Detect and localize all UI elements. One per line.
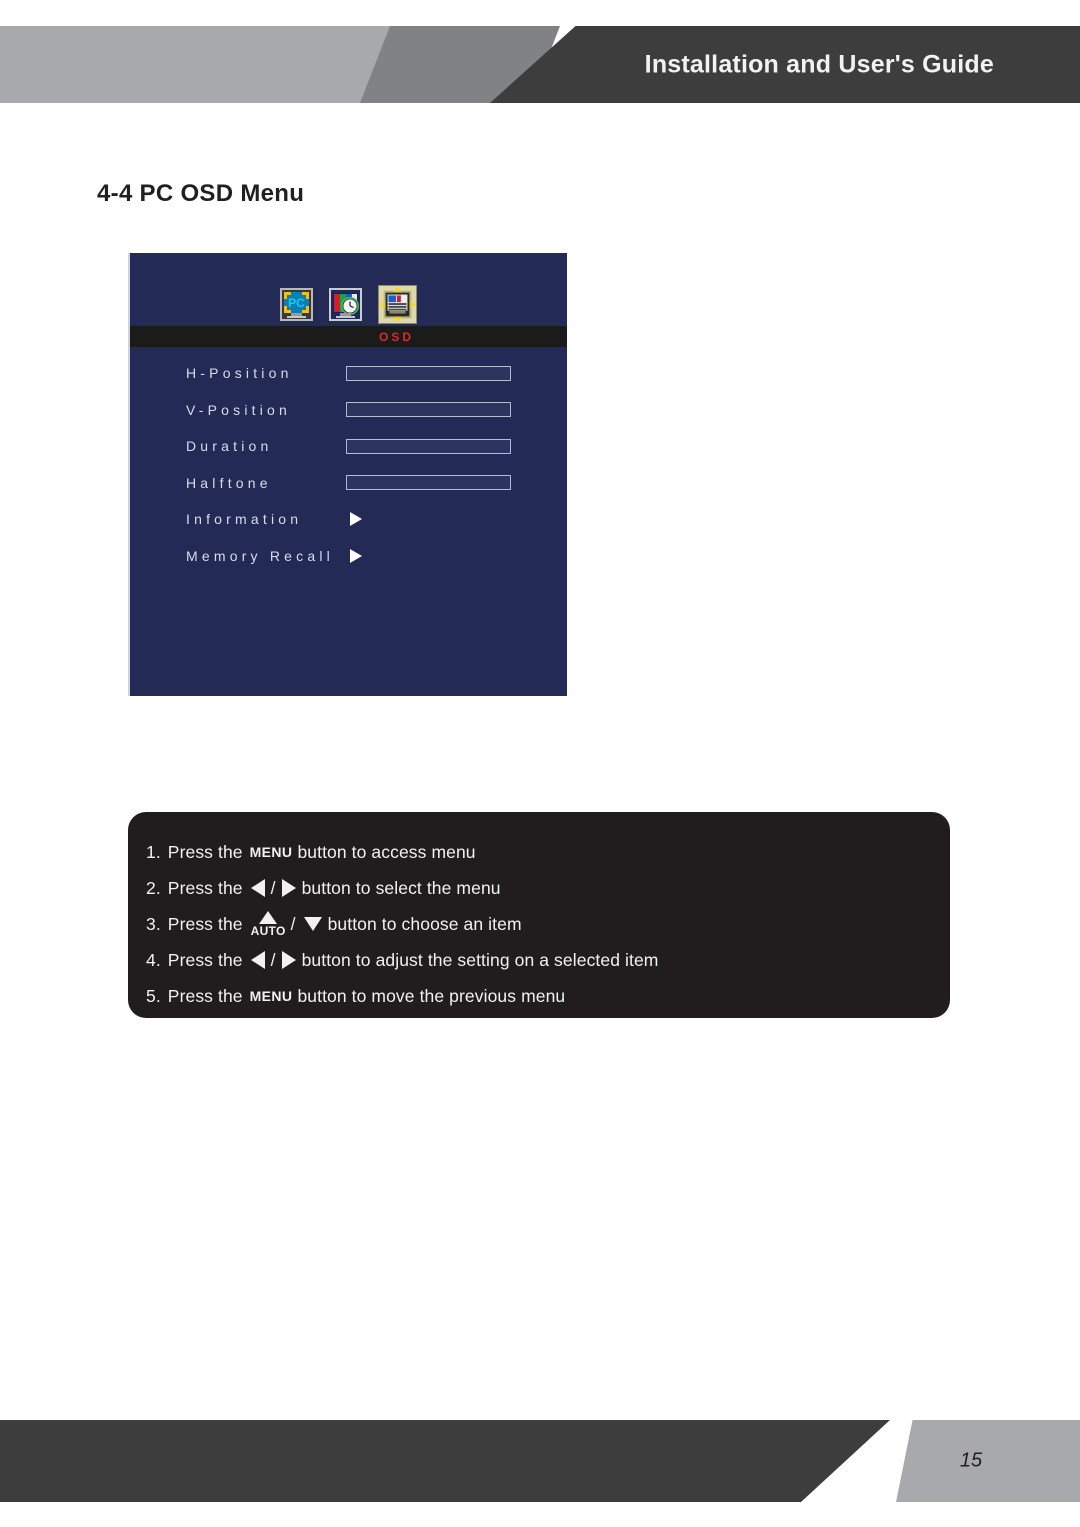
page-number: 15 [959,1449,983,1472]
step-text-post: button to access menu [297,842,476,862]
page-header: Installation and User's Guide [0,26,1080,103]
step-number: 3. [146,914,161,934]
osd-menu-rows: H-Position V-Position Duration Halftone [130,355,567,574]
osd-row[interactable]: Memory Recall [130,538,567,575]
instruction-step: 2. Press the / button to select the menu [146,870,950,906]
v-position-slider[interactable] [346,402,511,418]
key-separator: / [290,914,296,934]
step-text-pre: Press the [167,878,243,898]
step-text-pre: Press the [167,950,243,970]
osd-row-label: H-Position [186,365,293,382]
step-text-post: button to move the previous menu [297,986,566,1006]
right-arrow-icon [281,951,296,969]
key-separator: / [270,878,276,898]
footer-band-dark [0,1420,890,1502]
step-text-post: button to choose an item [327,914,522,934]
submenu-arrow-icon[interactable] [350,548,362,563]
step-number: 4. [146,950,161,970]
instructions-box: 1. Press the MENU button to access menu … [128,812,950,1018]
instruction-step: 4. Press the / button to adjust the sett… [146,942,950,978]
osd-menu-title: OSD [379,329,415,344]
osd-row-label: V-Position [186,401,292,418]
instruction-step: 1. Press the MENU button to access menu [146,834,950,870]
auto-key-label: AUTO [250,924,286,938]
header-band-light [0,26,400,103]
down-arrow-icon [303,917,322,931]
menu-key-label: MENU [249,844,293,860]
osd-row-label: Memory Recall [186,547,334,564]
osd-row[interactable]: V-Position [130,392,567,429]
osd-menu-panel: PC OSD H-Position V-Position Duration Ha… [128,253,567,696]
osd-row-label: Duration [186,438,273,455]
left-arrow-icon [250,951,265,969]
osd-row[interactable]: Duration [130,428,567,465]
osd-row[interactable]: Information [130,501,567,538]
osd-icon-tabs: PC [130,282,567,326]
osd-title-bar: OSD [130,326,567,347]
svg-text:PC: PC [288,296,305,310]
menu-key-label: MENU [249,988,293,1004]
osd-settings-icon[interactable] [378,284,417,324]
header-title: Installation and User's Guide [644,50,994,78]
submenu-arrow-icon[interactable] [350,512,362,527]
left-arrow-icon [250,879,265,897]
instruction-step: 3. Press the AUTO / button to choose an … [146,906,950,942]
step-text-pre: Press the [167,842,243,862]
osd-row-label: Halftone [186,474,272,491]
step-number: 2. [146,878,161,898]
footer-page-block: 15 [896,1420,1080,1502]
osd-row[interactable]: H-Position [130,355,567,392]
osd-row[interactable]: Halftone [130,465,567,502]
clock-icon[interactable] [329,287,362,321]
step-text-post: button to select the menu [301,878,501,898]
right-arrow-icon [281,879,296,897]
h-position-slider[interactable] [346,365,511,381]
halftone-slider[interactable] [346,475,511,491]
step-text-post: button to adjust the setting on a select… [301,950,659,970]
step-text-pre: Press the [167,986,243,1006]
pc-icon[interactable]: PC [280,287,313,321]
step-text-pre: Press the [167,914,243,934]
step-number: 1. [146,842,161,862]
key-separator: / [270,950,276,970]
section-title: 4-4 PC OSD Menu [97,180,305,207]
instruction-step: 5. Press the MENU button to move the pre… [146,978,950,1014]
osd-row-label: Information [186,511,303,528]
up-arrow-icon [259,911,278,924]
step-number: 5. [146,986,161,1006]
page-footer: 15 [0,1420,1080,1502]
duration-slider[interactable] [346,438,511,454]
auto-up-key-icon: AUTO [251,911,286,937]
